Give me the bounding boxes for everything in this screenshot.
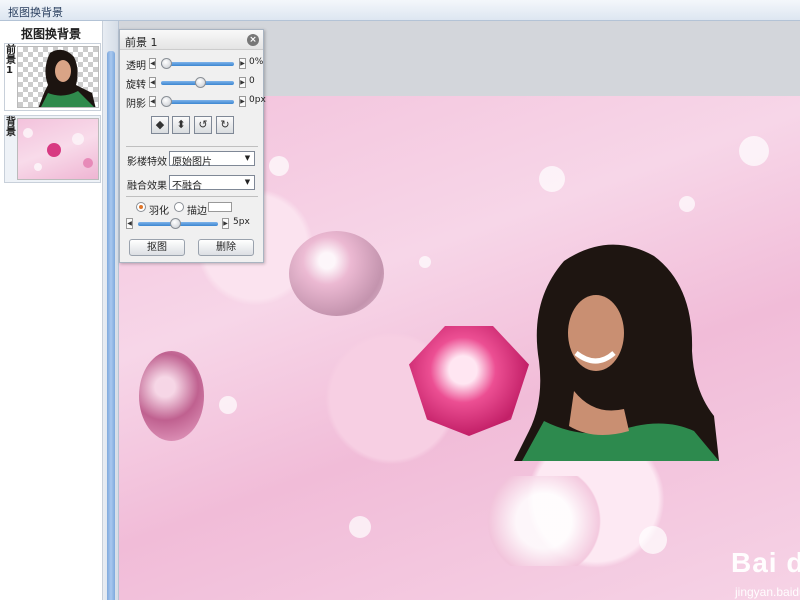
sparkle [539, 166, 565, 192]
watermark-url: jingyan.baidu.com [735, 585, 800, 599]
feather-label: 羽化 [149, 206, 169, 217]
blend-select[interactable]: 不融合 ▼ [169, 175, 255, 192]
stroke-label: 描边 [187, 206, 207, 217]
divider [126, 146, 258, 147]
close-icon[interactable]: × [247, 34, 259, 46]
sparkle [639, 526, 667, 554]
sparkle [419, 256, 431, 268]
rotation-label: 旋转 [126, 80, 146, 91]
blend-selected-value: 不融合 [172, 181, 202, 192]
decrease-arrow-icon[interactable]: ◀ [126, 218, 133, 229]
increase-arrow-icon[interactable]: ▶ [222, 218, 229, 229]
opacity-slider-row: 透明 ◀ ▶ 0% [126, 57, 264, 72]
pink-gem [409, 326, 529, 436]
panel-title: 前景 1 [125, 36, 158, 49]
layer-item-background[interactable]: 背景 [4, 115, 101, 183]
rotation-slider-row: 旋转 ◀ ▶ 0 [126, 76, 262, 91]
flip-horizontal-icon[interactable]: ◆ [151, 116, 169, 134]
sidebar-title: 抠图换背景 [20, 27, 81, 41]
splitter-handle[interactable] [107, 51, 115, 600]
person-thumbnail-image [38, 49, 96, 107]
light-gem [479, 476, 609, 566]
opacity-slider-knob[interactable] [161, 58, 172, 69]
sparkle [679, 196, 695, 212]
edge-value: 5px [233, 217, 250, 227]
window-title: 抠图换背景 [0, 0, 800, 21]
crystal-gem [289, 231, 384, 316]
layer-item-foreground[interactable]: 前景1 [4, 43, 101, 111]
gems-thumbnail-image [23, 128, 93, 171]
delete-button[interactable]: 删除 [198, 239, 254, 256]
cutout-button[interactable]: 抠图 [129, 239, 185, 256]
sparkle [739, 136, 769, 166]
sparkle [219, 396, 237, 414]
stroke-color-swatch[interactable] [208, 202, 232, 212]
layer-tag: 背景 [6, 117, 16, 138]
shadow-value: 0px [249, 95, 266, 105]
edge-slider-row: ◀ ▶ 5px [126, 217, 262, 231]
shadow-label: 阴影 [126, 99, 146, 110]
effect-label: 影楼特效 [127, 157, 167, 168]
watermark-brand: Bai du 经验 [731, 547, 800, 578]
flip-vertical-icon[interactable]: ⬍ [172, 116, 190, 134]
effect-select[interactable]: 原始图片 ▼ [169, 151, 255, 168]
divider [126, 196, 258, 197]
decrease-arrow-icon[interactable]: ◀ [149, 96, 156, 107]
layer-properties-panel: 前景 1 × 透明 ◀ ▶ 0% 旋转 ◀ ▶ 0 阴影 ◀ ▶ 0px ◆ ⬍… [119, 29, 266, 263]
shadow-slider-knob[interactable] [161, 96, 172, 107]
baidu-watermark: Bai du 经验 jingyan.baidu.com [731, 535, 800, 600]
rotation-value: 0 [249, 76, 255, 86]
rotation-slider-knob[interactable] [194, 77, 206, 88]
opacity-value: 0% [249, 57, 264, 67]
stroke-radio[interactable] [174, 202, 184, 212]
opacity-label: 透明 [126, 61, 146, 72]
foreground-person-image[interactable] [514, 241, 719, 461]
blend-label: 融合效果 [127, 181, 167, 192]
foreground-thumbnail [17, 46, 99, 108]
layer-tag: 前景1 [6, 45, 16, 76]
shadow-slider-row: 阴影 ◀ ▶ 0px [126, 95, 266, 110]
rotate-right-icon[interactable]: ↻ [216, 116, 234, 134]
decrease-arrow-icon[interactable]: ◀ [149, 58, 156, 69]
background-thumbnail [17, 118, 99, 180]
increase-arrow-icon[interactable]: ▶ [239, 58, 246, 69]
chevron-down-icon: ▼ [244, 178, 251, 186]
feather-radio[interactable] [136, 202, 146, 212]
edge-slider-knob[interactable] [170, 218, 181, 229]
panel-splitter[interactable] [103, 21, 119, 600]
panel-header: 前景 1 × [120, 30, 263, 50]
sparkle [269, 156, 289, 176]
decrease-arrow-icon[interactable]: ◀ [149, 77, 156, 88]
sparkle [349, 516, 371, 538]
layer-sidebar: 抠图换背景 前景1 背景 [0, 21, 103, 600]
chevron-down-icon: ▼ [244, 154, 251, 162]
rotate-left-icon[interactable]: ↺ [194, 116, 212, 134]
crystal-gem [139, 351, 204, 441]
increase-arrow-icon[interactable]: ▶ [239, 77, 246, 88]
increase-arrow-icon[interactable]: ▶ [239, 96, 246, 107]
effect-selected-value: 原始图片 [172, 157, 212, 168]
